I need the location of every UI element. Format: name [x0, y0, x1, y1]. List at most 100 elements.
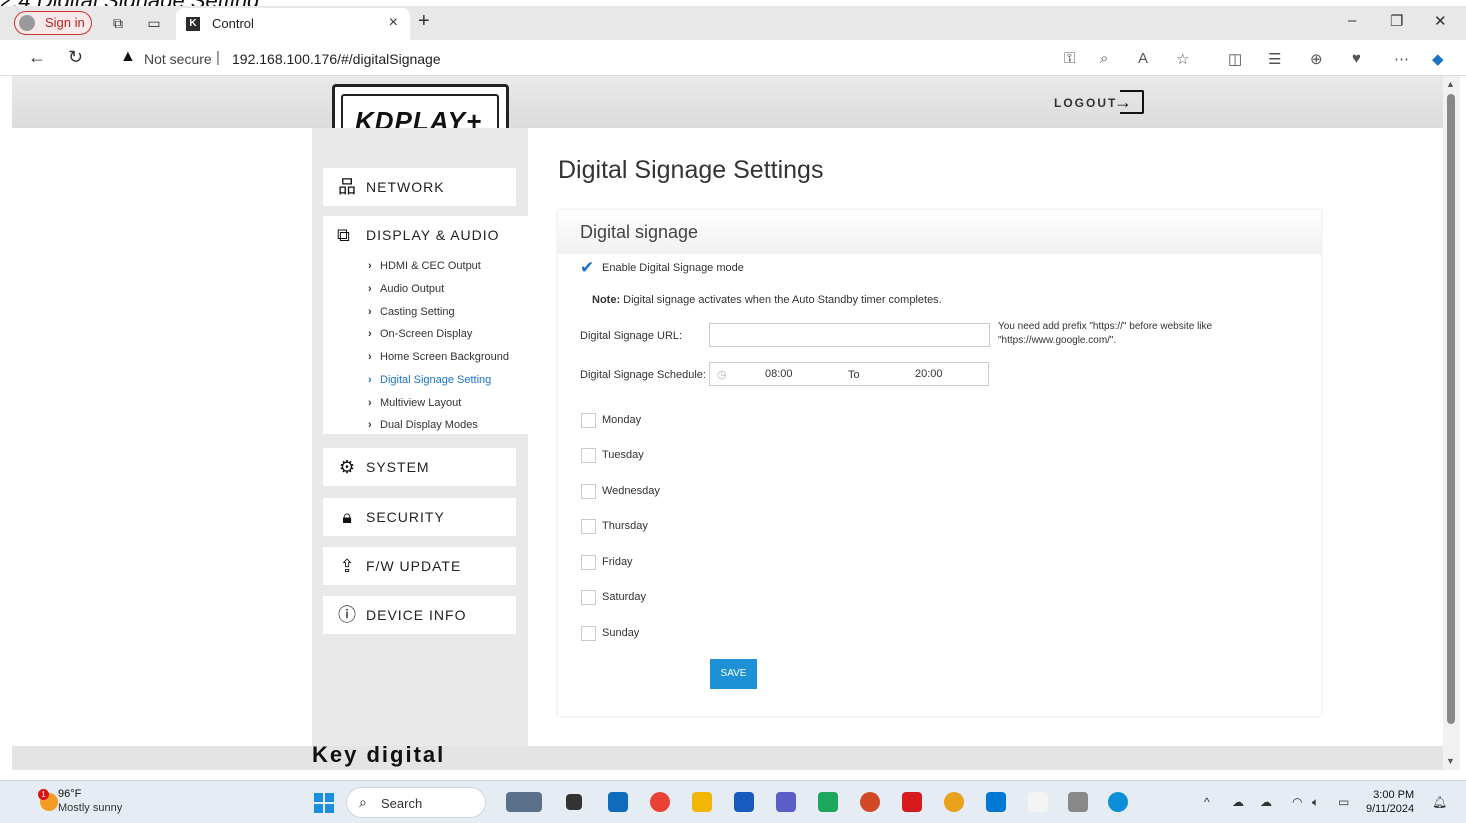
file-explorer-icon[interactable]: [692, 792, 712, 812]
url-label: Digital Signage URL:: [580, 330, 683, 342]
taskbar-clock[interactable]: 3:00 PM 9/11/2024: [1366, 788, 1414, 816]
sign-in-button[interactable]: Sign in: [14, 11, 92, 35]
edge-icon[interactable]: [1108, 792, 1128, 812]
nav-display-audio-label[interactable]: DISPLAY & AUDIO: [366, 227, 500, 243]
nav-fw-update[interactable]: ⇪ F/W UPDATE: [323, 547, 516, 585]
nav-network[interactable]: 品 NETWORK: [323, 168, 516, 206]
scroll-down-icon[interactable]: ▼: [1446, 756, 1455, 766]
back-icon[interactable]: ←: [28, 47, 46, 68]
network-icon: 品: [338, 177, 356, 197]
end-time[interactable]: 20:00: [915, 368, 943, 380]
sub-casting-setting[interactable]: › Casting Setting: [368, 306, 455, 318]
onedrive-icon[interactable]: ☁: [1260, 795, 1272, 809]
key-icon[interactable]: ⚿: [1064, 50, 1075, 67]
nav-device-info-label: DEVICE INFO: [366, 607, 467, 623]
sub-on-screen-display[interactable]: › On-Screen Display: [368, 328, 472, 340]
web-page: KDPLAY+ LOGOUT → 品 NETWORK ⧉ DISPLAY & A…: [12, 76, 1443, 746]
copilot-icon[interactable]: ◆: [1432, 50, 1444, 68]
sub-home-screen-background[interactable]: › Home Screen Background: [368, 351, 509, 363]
widgets-icon[interactable]: [506, 792, 542, 812]
display-icon: ⧉: [337, 225, 350, 245]
wednesday-label: Wednesday: [602, 485, 660, 497]
tab-control[interactable]: K Control ×: [176, 8, 410, 40]
enable-signage-checkbox[interactable]: [580, 258, 595, 278]
weather-condition[interactable]: Mostly sunny: [58, 802, 122, 814]
logout-link[interactable]: LOGOUT: [1054, 96, 1117, 110]
nav-system[interactable]: ⚙ SYSTEM: [323, 448, 516, 486]
start-time[interactable]: 08:00: [765, 368, 793, 380]
collections-icon[interactable]: ⊕: [1310, 50, 1323, 68]
powerpoint-icon[interactable]: [860, 792, 880, 812]
monday-checkbox[interactable]: [581, 413, 596, 428]
page-scrollbar[interactable]: ▲ ▼: [1443, 76, 1460, 770]
battery-icon[interactable]: ▭: [1338, 795, 1349, 809]
weather-temp[interactable]: 96°F: [58, 788, 81, 800]
teams-icon[interactable]: [776, 792, 796, 812]
refresh-icon[interactable]: ↻: [68, 47, 83, 68]
split-screen-icon[interactable]: ◫: [1228, 50, 1242, 68]
gear-icon: ⚙: [338, 457, 356, 477]
chrome-icon[interactable]: [650, 792, 670, 812]
new-tab-icon[interactable]: +: [418, 10, 430, 33]
outlook-icon[interactable]: [608, 792, 628, 812]
notification-bell-icon[interactable]: 🔔︎: [1432, 795, 1447, 809]
acrobat-icon[interactable]: [902, 792, 922, 812]
tuesday-checkbox[interactable]: [581, 448, 596, 463]
page-header: [12, 76, 1443, 128]
nav-device-info[interactable]: ⓘ DEVICE INFO: [323, 596, 516, 634]
thursday-checkbox[interactable]: [581, 519, 596, 534]
favorite-star-icon[interactable]: ☆: [1176, 50, 1189, 68]
favorites-icon[interactable]: ☰: [1268, 50, 1281, 68]
sub-audio-output[interactable]: › Audio Output: [368, 283, 444, 295]
chrome-canary-icon[interactable]: [944, 792, 964, 812]
enable-signage-label: Enable Digital Signage mode: [602, 262, 744, 274]
read-aloud-icon[interactable]: A: [1138, 50, 1148, 67]
nav-security[interactable]: 🔒︎ SECURITY: [323, 498, 516, 536]
workspaces-icon[interactable]: ⧉: [110, 15, 126, 31]
saturday-label: Saturday: [602, 591, 647, 603]
schedule-range-input[interactable]: ◷ 08:00 To 20:00: [709, 362, 989, 386]
sunday-checkbox[interactable]: [581, 626, 596, 641]
url-hint: You need add prefix "https://" before we…: [998, 321, 1213, 346]
more-icon[interactable]: ⋯: [1394, 50, 1409, 68]
tray-overflow-icon[interactable]: ^: [1204, 795, 1210, 809]
close-window-icon[interactable]: ✕: [1434, 12, 1447, 30]
remote-desktop-icon[interactable]: [986, 792, 1006, 812]
nav-system-label: SYSTEM: [366, 459, 430, 475]
minimize-icon[interactable]: –: [1348, 12, 1356, 29]
cloud-icon[interactable]: ☁: [1232, 795, 1244, 809]
wifi-icon[interactable]: ◠: [1292, 795, 1302, 809]
volume-icon[interactable]: 🔈︎: [1312, 795, 1319, 810]
app-green-icon[interactable]: [818, 792, 838, 812]
sub-multiview-layout[interactable]: › Multiview Layout: [368, 397, 461, 409]
lock-icon: 🔒︎: [342, 507, 352, 527]
friday-label: Friday: [602, 556, 633, 568]
extensions-icon[interactable]: ♥: [1352, 50, 1361, 67]
signage-url-input[interactable]: [709, 323, 990, 347]
word-icon[interactable]: [734, 792, 754, 812]
snipping-icon[interactable]: [1068, 792, 1088, 812]
vertical-tabs-icon[interactable]: ▭: [146, 15, 162, 31]
sub-dual-display-modes[interactable]: › Dual Display Modes: [368, 419, 478, 431]
monday-label: Monday: [602, 414, 642, 426]
close-tab-icon[interactable]: ×: [389, 14, 398, 32]
app-arrow-icon[interactable]: [1028, 792, 1048, 812]
sub-hdmi-cec-output[interactable]: › HDMI & CEC Output: [368, 260, 481, 272]
url-bar[interactable]: ▲ Not secure | 192.168.100.176/#/digital…: [104, 44, 1204, 72]
logout-icon[interactable]: →: [1114, 90, 1144, 114]
sub-digital-signage-setting[interactable]: › Digital Signage Setting: [368, 374, 491, 386]
not-secure-label: Not secure: [144, 51, 212, 67]
windows-start-icon[interactable]: [314, 793, 334, 813]
task-view-icon[interactable]: [566, 794, 582, 810]
saturday-checkbox[interactable]: [581, 590, 596, 605]
friday-checkbox[interactable]: [581, 555, 596, 570]
wednesday-checkbox[interactable]: [581, 484, 596, 499]
scroll-up-icon[interactable]: ▲: [1446, 79, 1455, 89]
save-button[interactable]: SAVE: [710, 659, 757, 689]
taskbar-search[interactable]: ⌕ Search: [346, 787, 486, 818]
zoom-icon[interactable]: ⌕: [1100, 50, 1108, 67]
thursday-label: Thursday: [602, 520, 648, 532]
scrollbar-thumb[interactable]: [1447, 94, 1455, 724]
schedule-label: Digital Signage Schedule:: [580, 369, 706, 381]
restore-icon[interactable]: ❐: [1390, 12, 1403, 30]
